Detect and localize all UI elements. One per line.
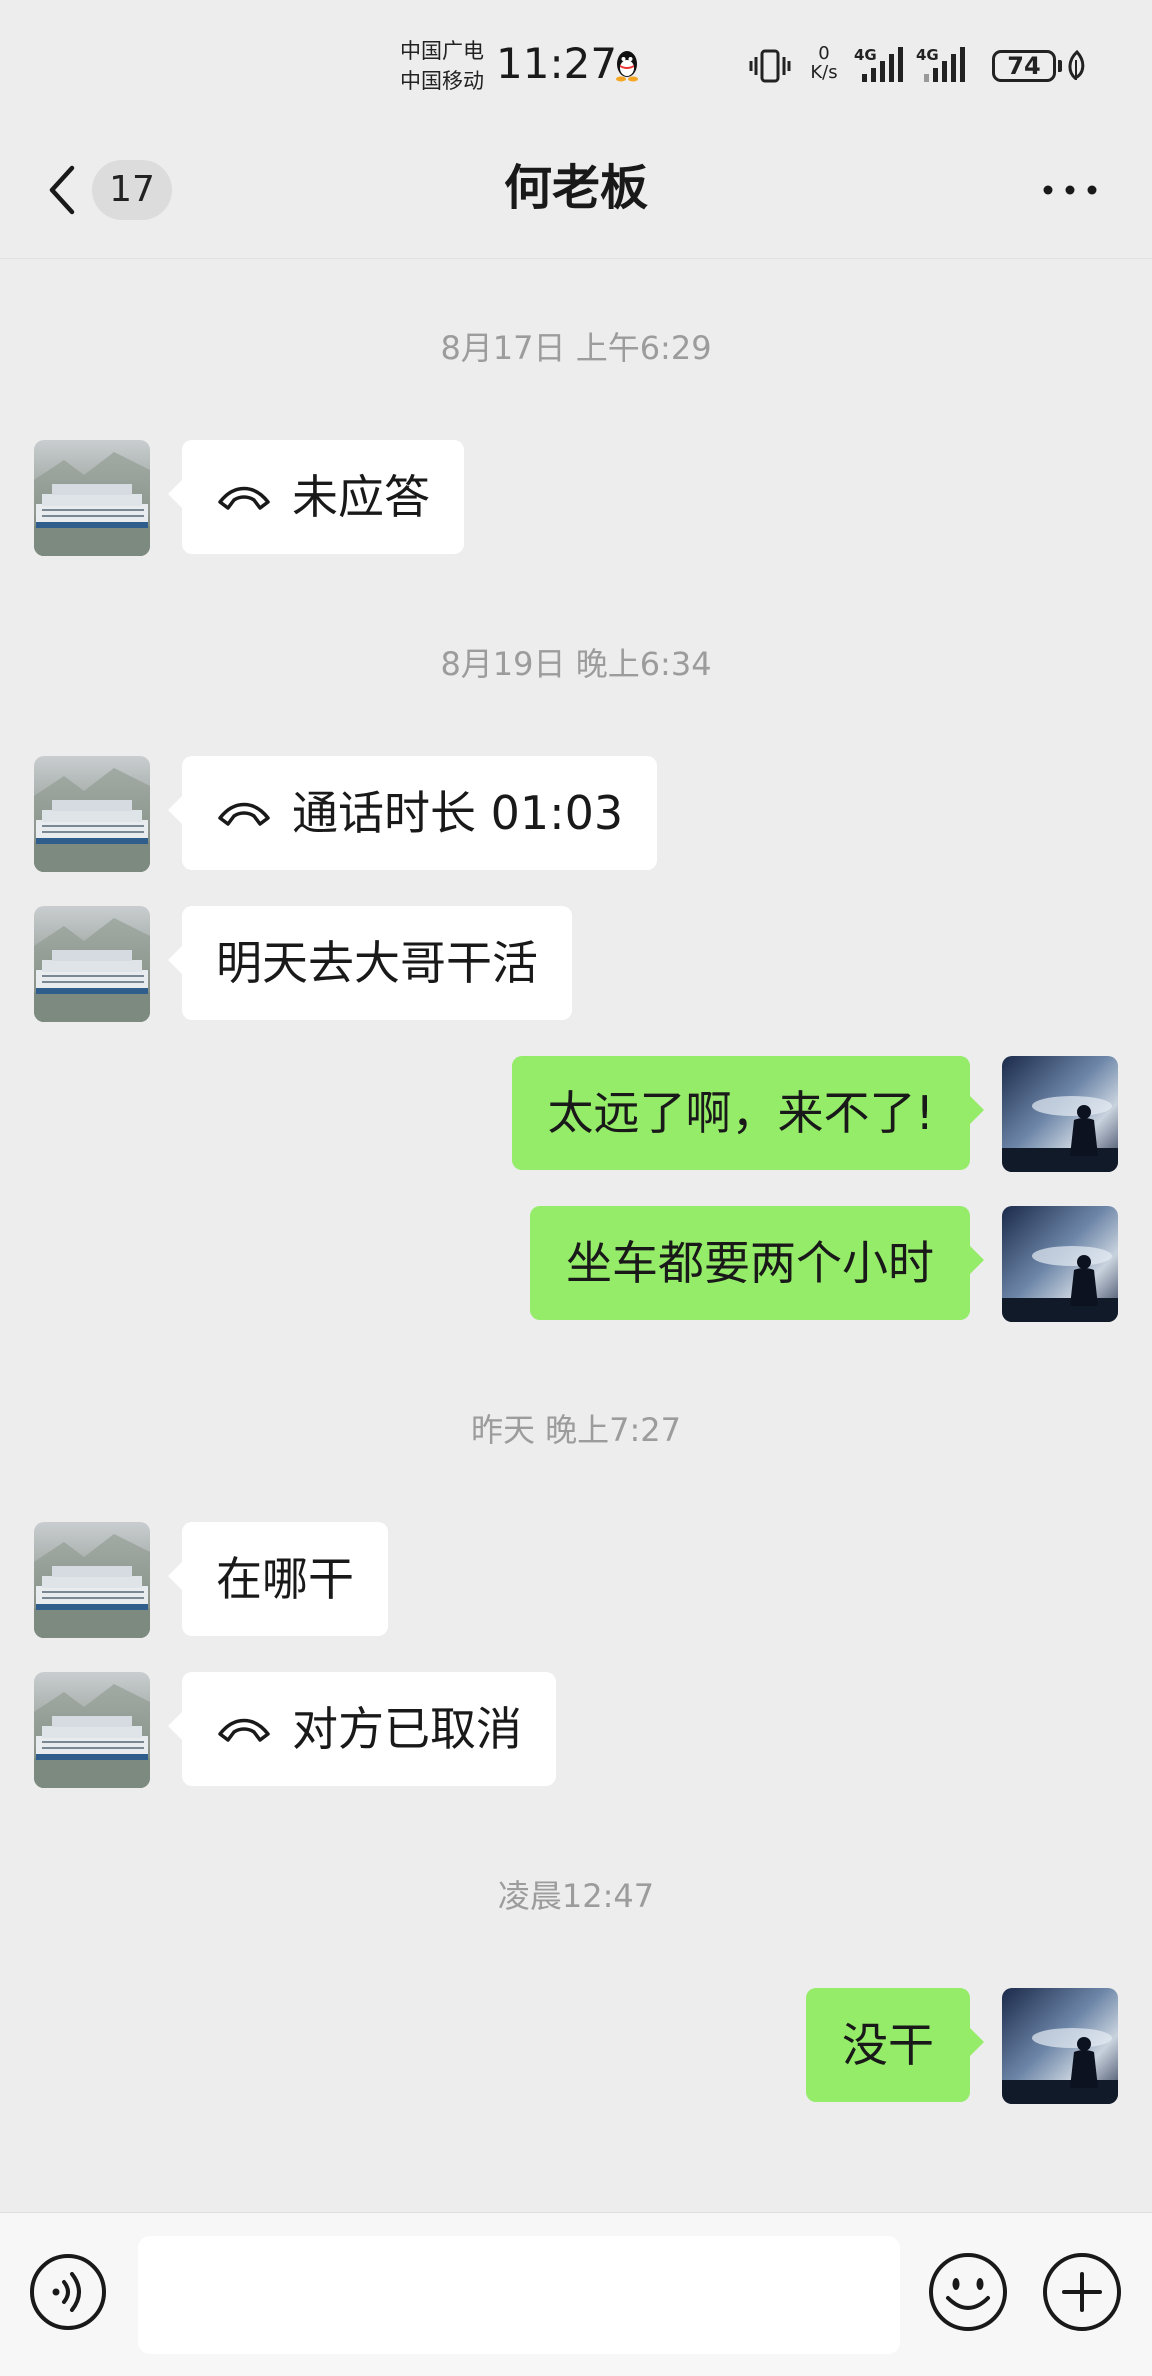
qq-notification-icon	[616, 51, 638, 82]
carrier-info: 中国广电 中国移动	[400, 36, 484, 96]
status-bar: 中国广电 中国移动 11:27 0 K/s 4G 4G 74	[0, 0, 1152, 140]
incoming-message[interactable]: 明天去大哥干活	[168, 906, 572, 1020]
signal-bars-icon	[862, 47, 903, 82]
carrier-1: 中国广电	[400, 39, 484, 63]
phone-icon	[218, 802, 270, 826]
call-record-text: 对方已取消	[292, 1702, 522, 1756]
contact-avatar[interactable]	[34, 906, 150, 1022]
signal-bars-icon	[924, 47, 965, 82]
incoming-message[interactable]: 在哪干	[168, 1522, 388, 1636]
net-speed: 0 K/s	[806, 44, 842, 82]
outgoing-message[interactable]: 坐车都要两个小时	[530, 1206, 984, 1320]
battery-indicator: 74	[992, 50, 1056, 82]
timestamp: 8月19日 晚上6:34	[440, 645, 712, 683]
unread-count-badge[interactable]: 17	[92, 160, 172, 220]
call-record-bubble[interactable]: 对方已取消	[168, 1672, 556, 1786]
phone-icon	[218, 486, 270, 510]
contact-avatar[interactable]	[34, 440, 150, 556]
timestamp: 8月17日 上午6:29	[440, 329, 712, 367]
my-avatar[interactable]	[1002, 1206, 1118, 1322]
vibrate-icon	[749, 49, 791, 83]
timestamp: 昨天 晚上7:27	[470, 1411, 682, 1449]
my-avatar[interactable]	[1002, 1988, 1118, 2104]
net-speed-unit: K/s	[810, 62, 838, 83]
plus-icon[interactable]	[1040, 2250, 1124, 2334]
power-saving-leaf-icon	[1068, 50, 1085, 80]
battery-tip	[1058, 60, 1062, 72]
emoji-icon[interactable]	[926, 2250, 1010, 2334]
status-time: 11:27	[496, 39, 618, 88]
header-divider	[0, 258, 1152, 259]
phone-icon	[218, 1718, 270, 1742]
contact-avatar[interactable]	[34, 756, 150, 872]
call-record-bubble[interactable]: 通话时长 01:03	[167, 756, 658, 870]
my-avatar[interactable]	[1002, 1056, 1118, 1172]
outgoing-message[interactable]: 太远了啊，来不了!	[511, 1056, 985, 1170]
call-record-text: 通话时长 01:03	[292, 786, 624, 840]
more-icon[interactable]	[1040, 180, 1100, 200]
net-speed-value: 0	[818, 43, 830, 64]
call-record-text: 未应答	[292, 470, 430, 524]
message-input[interactable]	[138, 2236, 900, 2354]
outgoing-message[interactable]: 没干	[806, 1988, 984, 2102]
signal-2: 4G	[916, 44, 972, 86]
chat-title: 何老板	[503, 160, 648, 216]
carrier-2: 中国移动	[400, 69, 484, 93]
signal-1: 4G	[854, 44, 910, 86]
contact-avatar[interactable]	[34, 1672, 150, 1788]
call-record-bubble[interactable]: 未应答	[168, 440, 464, 554]
timestamp: 凌晨12:47	[497, 1877, 655, 1915]
back-chevron-icon[interactable]	[44, 162, 80, 218]
voice-icon[interactable]	[28, 2252, 108, 2332]
contact-avatar[interactable]	[34, 1522, 150, 1638]
